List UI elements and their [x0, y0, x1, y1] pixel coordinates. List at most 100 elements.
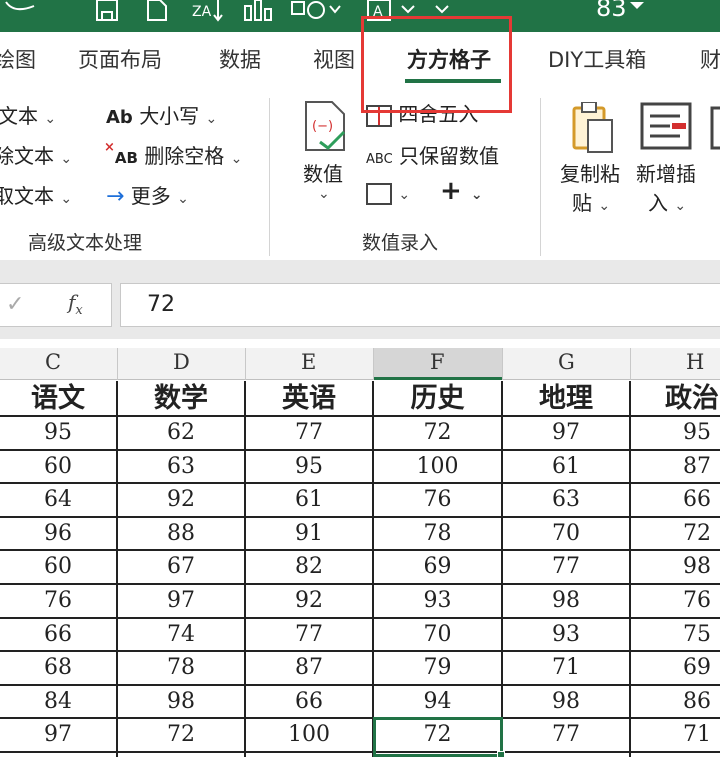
table-cell[interactable]: 63	[118, 450, 244, 484]
user-initials[interactable]: 83	[596, 0, 627, 22]
column-header-f[interactable]: F	[430, 350, 445, 374]
fill-handle[interactable]	[497, 751, 505, 757]
more-button[interactable]: → 更多 ⌄	[106, 180, 189, 209]
table-cell[interactable]: 70	[503, 517, 629, 551]
table-cell[interactable]: 98	[503, 685, 629, 719]
table-cell[interactable]: 98	[118, 685, 244, 719]
table-cell[interactable]: 77	[246, 416, 372, 450]
table-cell[interactable]: 63	[503, 483, 629, 517]
table-cell[interactable]: 87	[631, 450, 720, 484]
table-cell[interactable]: 76	[631, 584, 720, 618]
table-cell[interactable]: 70	[374, 618, 501, 652]
table-cell[interactable]: 68	[0, 651, 116, 685]
table-cell[interactable]: 97	[118, 584, 244, 618]
chevron-down-icon[interactable]	[626, 0, 648, 22]
table-cell[interactable]: 77	[246, 618, 372, 652]
insert-button[interactable]: 新增插 入 ⌄	[636, 158, 696, 216]
table-cell[interactable]: 93	[503, 618, 629, 652]
table-cell[interactable]: 82	[246, 550, 372, 584]
save-icon[interactable]	[94, 0, 120, 22]
table-cell[interactable]: 100	[374, 450, 501, 484]
header-cell-math[interactable]: 数学	[118, 381, 244, 415]
column-header-c[interactable]: C	[45, 350, 61, 374]
table-cell[interactable]: 61	[503, 450, 629, 484]
table-cell[interactable]: 76	[0, 584, 116, 618]
table-cell[interactable]: 97	[0, 718, 116, 752]
table-cell[interactable]: 79	[374, 651, 501, 685]
table-cell[interactable]: 98	[631, 550, 720, 584]
table-cell[interactable]: 94	[374, 685, 501, 719]
shapes-icon[interactable]	[290, 0, 342, 22]
keep-values-button[interactable]: ABC 只保留数值	[366, 140, 499, 169]
table-cell[interactable]: 74	[118, 618, 244, 652]
table-cell[interactable]: 69	[631, 651, 720, 685]
table-cell[interactable]: 71	[503, 651, 629, 685]
case-button[interactable]: Ab 大小写 ⌄	[106, 100, 217, 129]
enter-check-icon[interactable]: ✓	[6, 292, 24, 317]
table-cell[interactable]: 60	[0, 550, 116, 584]
sort-az-icon[interactable]: ZA	[192, 0, 224, 22]
header-cell-english[interactable]: 英语	[246, 381, 372, 415]
new-file-icon[interactable]	[145, 0, 169, 22]
table-cell[interactable]: 96	[0, 517, 116, 551]
table-cell[interactable]: 95	[0, 416, 116, 450]
table-cell[interactable]: 69	[374, 550, 501, 584]
table-cell[interactable]: 100	[246, 718, 372, 752]
undo-icon[interactable]	[0, 0, 40, 22]
table-cell[interactable]: 76	[374, 483, 501, 517]
ribbon-item-text[interactable]: 文本 ⌄	[0, 100, 56, 129]
table-cell[interactable]: 66	[0, 618, 116, 652]
table-cell[interactable]: 62	[118, 416, 244, 450]
table-cell[interactable]: 60	[0, 450, 116, 484]
copy-paste-button[interactable]: 复制粘 贴 ⌄	[560, 158, 620, 216]
header-cell-history[interactable]: 历史	[374, 381, 501, 415]
numeric-value-button[interactable]: 数值	[303, 158, 343, 187]
header-cell-chinese[interactable]: 语文	[0, 381, 116, 415]
header-cell-geography[interactable]: 地理	[503, 381, 629, 415]
ribbon-item-extract-text[interactable]: 取文本 ⌄	[0, 180, 72, 209]
table-cell[interactable]: 88	[118, 517, 244, 551]
table-cell[interactable]: 87	[246, 651, 372, 685]
table-cell[interactable]: 92	[246, 584, 372, 618]
table-cell[interactable]: 67	[118, 550, 244, 584]
table-cell[interactable]: 71	[631, 718, 720, 752]
fx-icon[interactable]: fx	[68, 290, 83, 318]
header-cell-politics[interactable]: 政治	[631, 381, 720, 415]
table-cell[interactable]: 77	[503, 718, 629, 752]
formula-input[interactable]: 72	[120, 283, 720, 327]
column-header-d[interactable]: D	[173, 350, 190, 374]
table-cell[interactable]: 66	[246, 685, 372, 719]
tab-data[interactable]: 数据	[219, 44, 261, 74]
column-header-g[interactable]: G	[558, 350, 575, 374]
chart-icon[interactable]	[242, 0, 276, 22]
table-cell[interactable]: 95	[631, 416, 720, 450]
table-cell[interactable]: 77	[503, 550, 629, 584]
table-cell[interactable]: 92	[118, 483, 244, 517]
table-cell[interactable]: 61	[246, 483, 372, 517]
tab-draw[interactable]: 绘图	[0, 44, 36, 74]
ribbon-item-remove-text[interactable]: 除文本 ⌄	[0, 140, 72, 169]
column-header-e[interactable]: E	[301, 350, 316, 374]
table-cell[interactable]: 93	[374, 584, 501, 618]
table-cell[interactable]: 66	[631, 483, 720, 517]
delete-spaces-button[interactable]: ×AB 删除空格 ⌄	[104, 140, 242, 169]
table-cell[interactable]: 98	[503, 584, 629, 618]
table-cell[interactable]: 97	[503, 416, 629, 450]
table-cell[interactable]: 84	[0, 685, 116, 719]
column-header-h[interactable]: H	[686, 350, 704, 374]
tab-view[interactable]: 视图	[313, 44, 355, 74]
table-cell[interactable]: 72	[631, 517, 720, 551]
table-cell[interactable]: 86	[631, 685, 720, 719]
table-cell[interactable]: 78	[118, 651, 244, 685]
table-cell[interactable]: 72	[374, 416, 501, 450]
tab-finance[interactable]: 财	[700, 44, 720, 74]
tab-diy-toolbox[interactable]: DIY工具箱	[548, 44, 646, 74]
table-cell[interactable]: 91	[246, 517, 372, 551]
insert-table-button[interactable]: ⌄	[366, 180, 410, 205]
table-cell[interactable]: 78	[374, 517, 501, 551]
table-cell[interactable]: 64	[0, 483, 116, 517]
add-button[interactable]: + ⌄	[440, 176, 483, 206]
table-cell[interactable]: 72	[118, 718, 244, 752]
table-cell[interactable]: 95	[246, 450, 372, 484]
table-cell[interactable]: 75	[631, 618, 720, 652]
